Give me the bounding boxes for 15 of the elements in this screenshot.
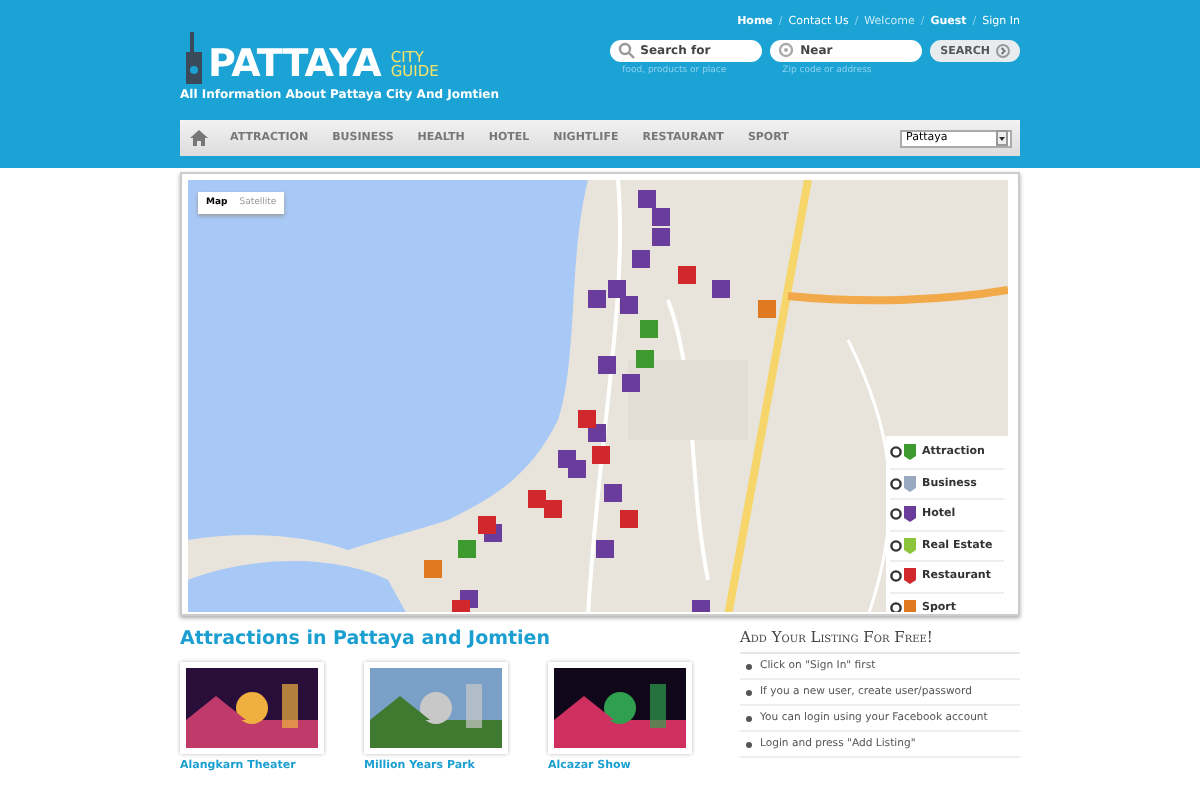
marker-icon	[904, 506, 916, 523]
marker-icon	[904, 568, 916, 585]
arrow-icon	[996, 44, 1010, 58]
bullet-icon	[746, 663, 752, 669]
tower-icon	[184, 32, 204, 84]
bullet-icon	[746, 689, 752, 695]
marker-icon	[904, 537, 916, 554]
bullet-icon	[746, 741, 752, 747]
marker-icon	[904, 444, 916, 461]
section-title: Attractions in Pattaya and Jomtien	[180, 628, 553, 650]
marker-icon	[904, 599, 916, 612]
logo-title: PATTAYA	[208, 44, 381, 84]
bullet-icon	[746, 715, 752, 721]
marker-icon	[904, 475, 916, 492]
home-icon	[190, 130, 208, 146]
